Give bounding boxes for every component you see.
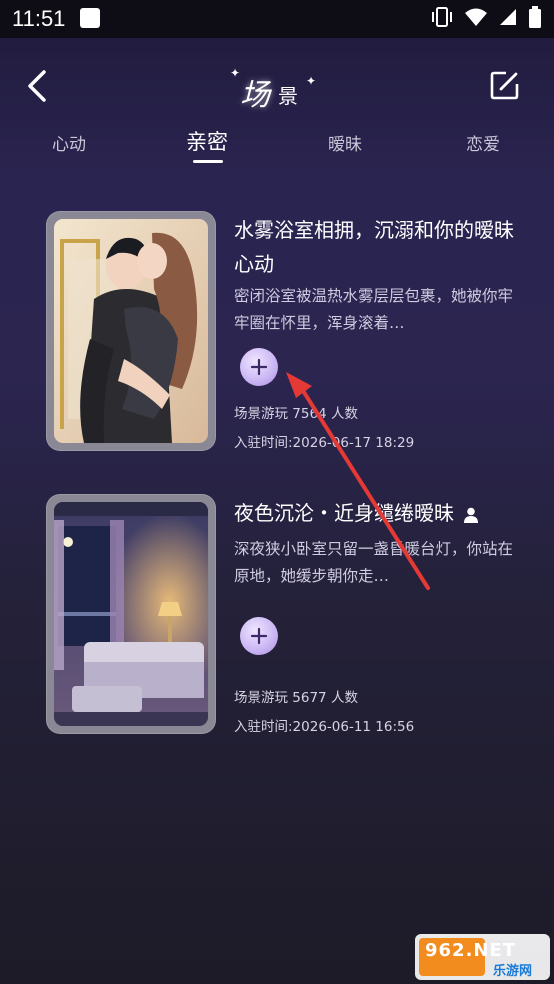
wifi-icon bbox=[465, 8, 487, 26]
add-scene-button[interactable] bbox=[240, 348, 278, 386]
watermark-logo: 962.NET 乐游网 bbox=[415, 932, 550, 982]
page-title-main: 场 bbox=[240, 78, 270, 113]
scene-thumbnail bbox=[54, 502, 208, 726]
scene-title[interactable]: 夜色沉沦・近身缱绻暧昧 bbox=[234, 496, 524, 530]
status-icons bbox=[430, 6, 542, 28]
scene-description: 密闭浴室被温热水雾层层包裹，她被你牢牢圈在怀里，浑身滚着… bbox=[234, 287, 514, 332]
scene-illustration bbox=[54, 502, 208, 726]
scene-play-count: 场景游玩 7564 人数 bbox=[234, 406, 358, 422]
scene-thumbnail-frame bbox=[46, 211, 216, 451]
scene-thumbnail-frame bbox=[46, 494, 216, 734]
edit-icon[interactable] bbox=[490, 70, 520, 100]
scene-join-time: 入驻时间:2026-06-11 16:56 bbox=[234, 719, 415, 735]
scene-title-text: 夜色沉沦・近身缱绻暧昧 bbox=[234, 501, 454, 525]
scene-thumbnail bbox=[54, 219, 208, 443]
signal-icon bbox=[500, 9, 516, 25]
sparkle-icon: ✦ bbox=[306, 74, 317, 88]
watermark-brand: 962.NET bbox=[425, 940, 517, 961]
plus-icon bbox=[250, 358, 268, 376]
page-title-logo: ✦ 场 景 ✦ bbox=[230, 66, 320, 114]
vibrate-icon bbox=[432, 7, 452, 27]
battery-icon bbox=[529, 6, 541, 28]
notification-icon bbox=[80, 8, 100, 28]
tab-lianai[interactable]: 恋爱 bbox=[466, 130, 500, 155]
scene-play-count: 场景游玩 5677 人数 bbox=[234, 690, 358, 706]
tab-active-indicator bbox=[193, 160, 223, 163]
header: ✦ 场 景 ✦ bbox=[0, 38, 554, 128]
tab-xindong[interactable]: 心动 bbox=[52, 130, 86, 155]
page-title-sub: 景 bbox=[278, 84, 298, 108]
tab-qinmi[interactable]: 亲密 bbox=[186, 126, 228, 156]
sparkle-icon: ✦ bbox=[230, 66, 241, 80]
user-icon bbox=[464, 507, 479, 523]
scene-join-time: 入驻时间:2026-06-17 18:29 bbox=[234, 435, 415, 451]
plus-icon bbox=[250, 627, 268, 645]
scene-description: 深夜狭小卧室只留一盏昏暖台灯，你站在原地，她缓步朝你走… bbox=[234, 540, 514, 585]
watermark-sub: 乐游网 bbox=[493, 964, 533, 979]
status-time: 11:51 bbox=[12, 6, 66, 31]
add-scene-button[interactable] bbox=[240, 617, 278, 655]
status-bar: 11:51 bbox=[0, 0, 554, 38]
tab-aimei[interactable]: 暧昧 bbox=[328, 130, 362, 155]
back-icon[interactable] bbox=[22, 68, 52, 104]
category-tabs: 心动 亲密 暧昧 恋爱 bbox=[0, 120, 554, 170]
scene-illustration bbox=[54, 219, 208, 443]
scene-title[interactable]: 水雾浴室相拥，沉溺和你的暧昧心动 bbox=[234, 213, 524, 281]
